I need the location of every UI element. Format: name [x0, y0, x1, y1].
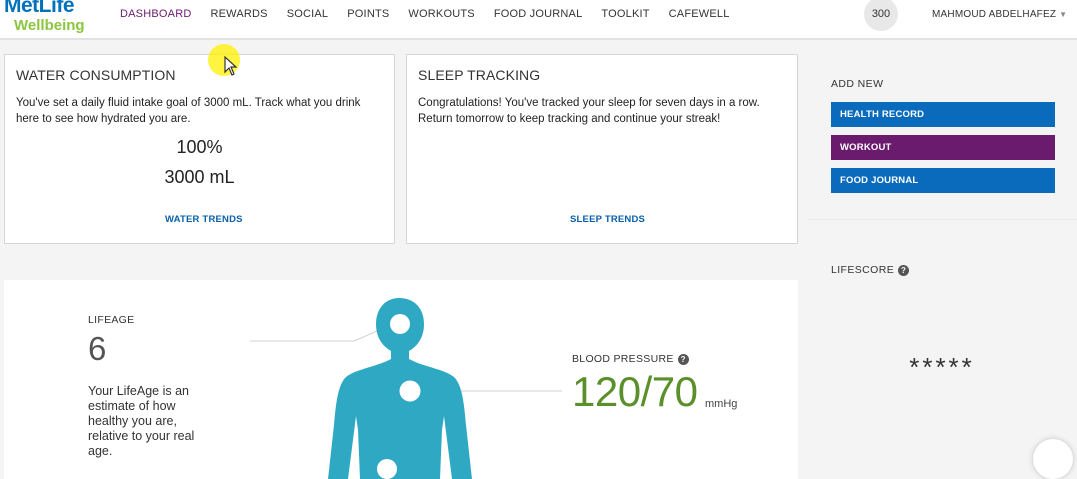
nav-social[interactable]: SOCIAL	[287, 8, 329, 20]
add-new-panel: ADD NEW HEALTH RECORD WORKOUT FOOD JOURN…	[807, 54, 1077, 220]
metlife-wellbeing-logo[interactable]: MetLife Wellbeing	[4, 0, 99, 38]
nav-dashboard[interactable]: DASHBOARD	[120, 8, 191, 20]
add-workout-button[interactable]: WORKOUT	[831, 135, 1055, 160]
sleep-card-title: SLEEP TRACKING	[418, 67, 541, 83]
logo-text-wellbeing: Wellbeing	[14, 17, 85, 34]
lifescore-panel: LIFESCORE ? *****	[807, 222, 1077, 479]
lifeage-health-panel: LIFEAGE 6 Your LifeAge is an estimate of…	[4, 280, 798, 479]
blood-pressure-value: 120/70	[572, 368, 698, 415]
help-icon[interactable]: ?	[898, 264, 910, 276]
sleep-trends-link[interactable]: SLEEP TRENDS	[570, 214, 645, 225]
blood-pressure-label: BLOOD PRESSURE	[572, 353, 674, 365]
logo-text-metlife: MetLife	[4, 0, 75, 17]
top-navigation-bar: MetLife Wellbeing DASHBOARD REWARDS SOCI…	[0, 0, 1077, 40]
head-marker	[390, 314, 410, 334]
chevron-down-icon: ▼	[1059, 10, 1068, 19]
nav-cafewell[interactable]: CAFEWELL	[669, 8, 730, 20]
add-new-title: ADD NEW	[831, 78, 884, 90]
user-menu[interactable]: MAHMOUD ABDELHAFEZ ▼	[932, 9, 1067, 20]
heart-marker	[399, 380, 421, 402]
points-badge[interactable]: 300	[864, 0, 898, 31]
lifescore-label: LIFESCORE	[831, 264, 895, 276]
water-consumption-card: WATER CONSUMPTION You've set a daily flu…	[4, 54, 395, 244]
chat-button[interactable]	[1032, 438, 1074, 479]
abdomen-marker	[377, 459, 397, 479]
cursor-arrow-icon	[224, 56, 238, 76]
main-nav: DASHBOARD REWARDS SOCIAL POINTS WORKOUTS…	[120, 8, 749, 20]
blood-pressure-title: BLOOD PRESSURE ?	[572, 353, 689, 365]
water-card-title: WATER CONSUMPTION	[16, 67, 176, 83]
body-torso	[328, 359, 472, 479]
sleep-card-description: Congratulations! You've tracked your sle…	[418, 97, 760, 125]
sleep-tracking-card: SLEEP TRACKING Congratulations! You've t…	[406, 54, 798, 244]
water-card-description: You've set a daily fluid intake goal of …	[16, 97, 361, 125]
add-food-journal-button[interactable]: FOOD JOURNAL	[831, 168, 1055, 193]
nav-workouts[interactable]: WORKOUTS	[408, 8, 474, 20]
lifeage-connector-line	[250, 322, 397, 342]
water-amount: 3000 mL	[164, 167, 235, 187]
nav-points[interactable]: POINTS	[347, 8, 389, 20]
user-name: MAHMOUD ABDELHAFEZ	[932, 9, 1057, 20]
water-trends-link[interactable]: WATER TRENDS	[165, 214, 243, 225]
blood-pressure-unit: mmHg	[705, 398, 738, 410]
nav-food-journal[interactable]: FOOD JOURNAL	[494, 8, 583, 20]
add-health-record-button[interactable]: HEALTH RECORD	[831, 102, 1055, 127]
nav-toolkit[interactable]: TOOLKIT	[601, 8, 649, 20]
lifescore-title: LIFESCORE ?	[831, 264, 910, 276]
help-icon[interactable]: ?	[677, 353, 689, 365]
water-percent: 100%	[176, 137, 223, 157]
lifescore-value: *****	[909, 352, 975, 382]
nav-rewards[interactable]: REWARDS	[210, 8, 267, 20]
